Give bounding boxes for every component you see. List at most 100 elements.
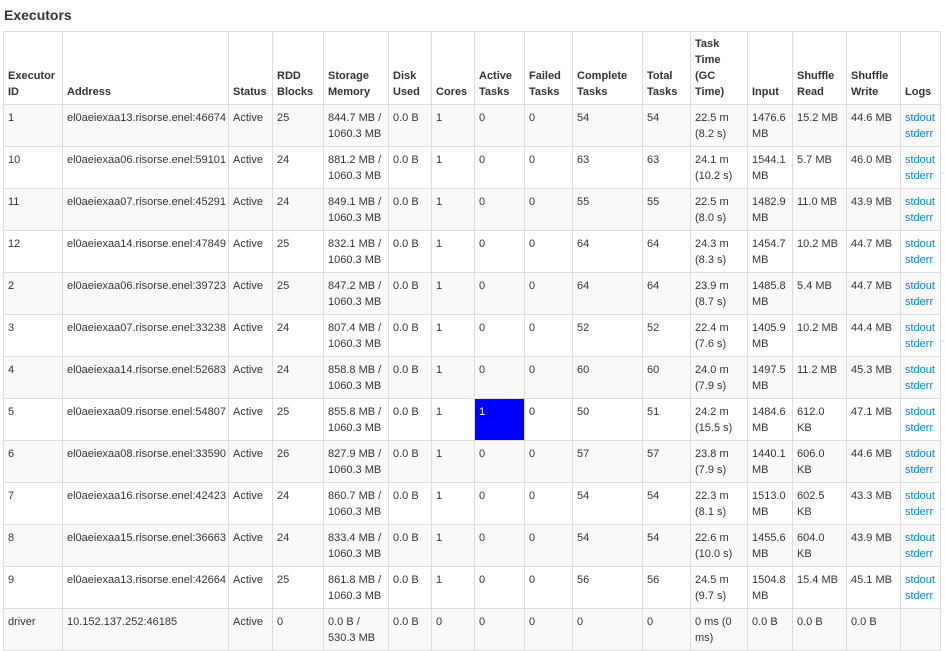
complete-tasks-cell: 64: [572, 272, 643, 315]
table-row: 2 el0aeiexaa06.risorse.enel:39723 Active 25…: [3, 272, 941, 315]
table-row: driver 10.152.137.252:46185 Active 0 0.0 B /…: [3, 608, 941, 651]
shuffle-read-cell: 11.0 MB: [792, 188, 847, 231]
failed-tasks-cell: 0: [524, 398, 573, 441]
shuffle-read-cell: 15.2 MB: [792, 104, 847, 147]
stdout-link[interactable]: stdout: [905, 110, 936, 126]
executor-id-cell: 6: [3, 440, 63, 483]
column-header-status[interactable]: Status: [228, 31, 273, 105]
storage-memory-cell: 860.7 MB / 1060.3 MB: [323, 482, 389, 525]
address-cell: el0aeiexaa14.risorse.enel:47849: [62, 230, 229, 273]
column-header-shuffle-read[interactable]: Shuffle Read: [792, 31, 847, 105]
executor-id-cell: 9: [3, 566, 63, 609]
failed-tasks-cell: 0: [524, 482, 573, 525]
stderr-link[interactable]: stderr: [905, 126, 936, 142]
executor-id-cell: 5: [3, 398, 63, 441]
storage-memory-cell: 844.7 MB / 1060.3 MB: [323, 104, 389, 147]
column-header-logs: Logs: [900, 31, 941, 105]
column-header-complete-tasks[interactable]: Complete Tasks: [572, 31, 643, 105]
stderr-link[interactable]: stderr: [905, 168, 936, 184]
task-time-cell: 24.1 m (10.2 s): [690, 146, 748, 189]
stdout-link[interactable]: stdout: [905, 404, 936, 420]
cores-cell: 1: [431, 524, 475, 567]
active-tasks-cell: 0: [474, 608, 525, 651]
rdd-blocks-cell: 26: [272, 440, 324, 483]
column-header-total-tasks[interactable]: Total Tasks: [642, 31, 691, 105]
shuffle-write-cell: 44.6 MB: [846, 104, 901, 147]
storage-memory-cell: 807.4 MB / 1060.3 MB: [323, 314, 389, 357]
disk-used-cell: 0.0 B: [388, 566, 432, 609]
stderr-link[interactable]: stderr: [905, 462, 936, 478]
shuffle-write-cell: 44.7 MB: [846, 230, 901, 273]
column-header-rdd-blocks[interactable]: RDD Blocks: [272, 31, 324, 105]
status-cell: Active: [228, 104, 273, 147]
stdout-link[interactable]: stdout: [905, 530, 936, 546]
logs-cell: stdout stderr: [900, 482, 941, 525]
shuffle-write-cell: 44.7 MB: [846, 272, 901, 315]
stdout-link[interactable]: stdout: [905, 194, 936, 210]
stdout-link[interactable]: stdout: [905, 320, 936, 336]
disk-used-cell: 0.0 B: [388, 104, 432, 147]
task-time-cell: 23.9 m (8.7 s): [690, 272, 748, 315]
column-header-address[interactable]: Address: [62, 31, 229, 105]
logs-cell: [900, 608, 941, 651]
column-header-disk-used[interactable]: Disk Used: [388, 31, 432, 105]
storage-memory-cell: 847.2 MB / 1060.3 MB: [323, 272, 389, 315]
active-tasks-cell: 0: [474, 230, 525, 273]
input-cell: 1513.0 MB: [747, 482, 793, 525]
rdd-blocks-cell: 24: [272, 524, 324, 567]
disk-used-cell: 0.0 B: [388, 440, 432, 483]
cores-cell: 1: [431, 440, 475, 483]
stdout-link[interactable]: stdout: [905, 446, 936, 462]
active-tasks-cell: 0: [474, 440, 525, 483]
active-tasks-cell: 0: [474, 566, 525, 609]
executor-id-cell: 12: [3, 230, 63, 273]
stdout-link[interactable]: stdout: [905, 152, 936, 168]
shuffle-read-cell: 15.4 MB: [792, 566, 847, 609]
storage-memory-cell: 833.4 MB / 1060.3 MB: [323, 524, 389, 567]
stdout-link[interactable]: stdout: [905, 236, 936, 252]
input-cell: 1455.6 MB: [747, 524, 793, 567]
cores-cell: 1: [431, 146, 475, 189]
column-header-task-time[interactable]: Task Time (GC Time): [690, 31, 748, 105]
stderr-link[interactable]: stderr: [905, 546, 936, 562]
column-header-cores[interactable]: Cores: [431, 31, 475, 105]
stdout-link[interactable]: stdout: [905, 488, 936, 504]
rdd-blocks-cell: 24: [272, 482, 324, 525]
shuffle-read-cell: 10.2 MB: [792, 314, 847, 357]
column-header-active-tasks[interactable]: Active Tasks: [474, 31, 525, 105]
stderr-link[interactable]: stderr: [905, 294, 936, 310]
shuffle-read-cell: 612.0 KB: [792, 398, 847, 441]
stdout-link[interactable]: stdout: [905, 362, 936, 378]
task-time-cell: 22.4 m (7.6 s): [690, 314, 748, 357]
stderr-link[interactable]: stderr: [905, 504, 936, 520]
column-header-executor-id[interactable]: Executor ID: [3, 31, 63, 105]
stderr-link[interactable]: stderr: [905, 378, 936, 394]
logs-cell: stdout stderr: [900, 272, 941, 315]
complete-tasks-cell: 50: [572, 398, 643, 441]
storage-memory-cell: 881.2 MB / 1060.3 MB: [323, 146, 389, 189]
stdout-link[interactable]: stdout: [905, 572, 936, 588]
table-row: 11 el0aeiexaa07.risorse.enel:45291 Active 2…: [3, 188, 941, 231]
stderr-link[interactable]: stderr: [905, 252, 936, 268]
total-tasks-cell: 0: [642, 608, 691, 651]
column-header-storage-memory[interactable]: Storage Memory: [323, 31, 389, 105]
status-cell: Active: [228, 398, 273, 441]
cores-cell: 1: [431, 566, 475, 609]
task-time-cell: 0 ms (0 ms): [690, 608, 748, 651]
rdd-blocks-cell: 24: [272, 314, 324, 357]
stdout-link[interactable]: stdout: [905, 278, 936, 294]
column-header-failed-tasks[interactable]: Failed Tasks: [524, 31, 573, 105]
stderr-link[interactable]: stderr: [905, 588, 936, 604]
stderr-link[interactable]: stderr: [905, 336, 936, 352]
column-header-input[interactable]: Input: [747, 31, 793, 105]
stderr-link[interactable]: stderr: [905, 210, 936, 226]
task-time-cell: 24.3 m (8.3 s): [690, 230, 748, 273]
table-row: 5 el0aeiexaa09.risorse.enel:54807 Active 25…: [3, 398, 941, 441]
executor-id-cell: 1: [3, 104, 63, 147]
input-cell: 1476.6 MB: [747, 104, 793, 147]
stderr-link[interactable]: stderr: [905, 420, 936, 436]
column-header-shuffle-write[interactable]: Shuffle Write: [846, 31, 901, 105]
disk-used-cell: 0.0 B: [388, 356, 432, 399]
logs-cell: stdout stderr: [900, 146, 941, 189]
task-time-cell: 24.2 m (15.5 s): [690, 398, 748, 441]
